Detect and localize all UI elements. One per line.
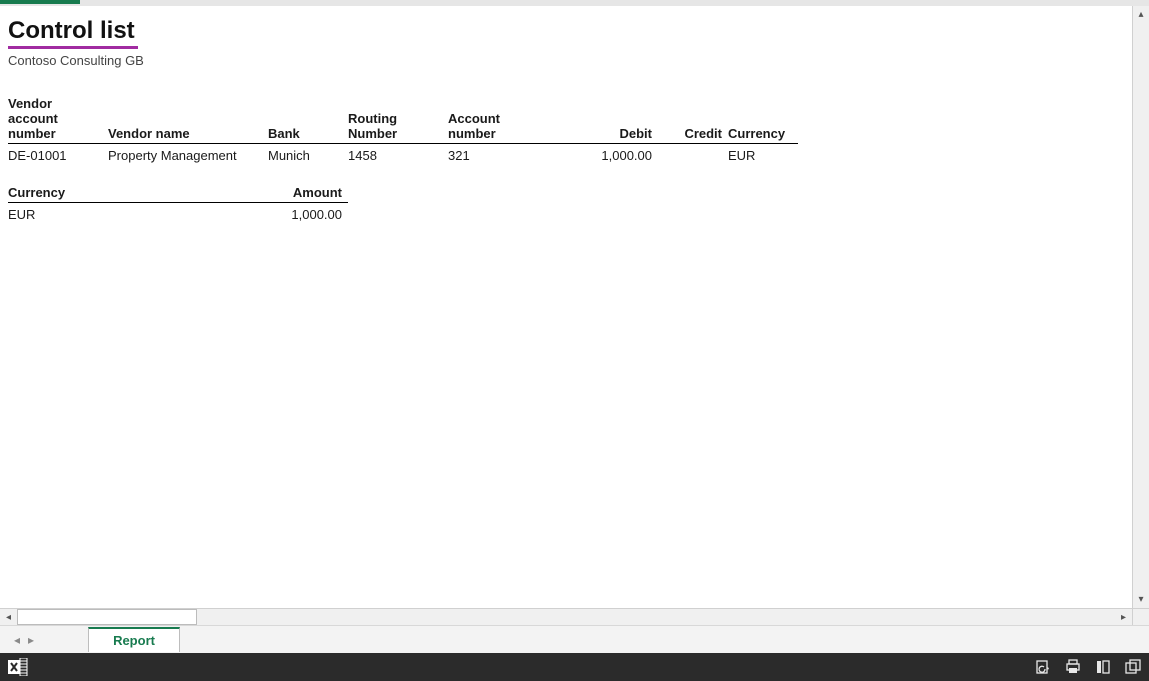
cell-routing: 1458 — [348, 144, 448, 168]
scroll-corner — [1132, 609, 1149, 625]
cell-bank: Munich — [268, 144, 348, 168]
col-credit: Credit — [658, 96, 728, 144]
col-vendor-name: Vendor name — [108, 96, 268, 144]
refresh-icon[interactable] — [1035, 659, 1051, 675]
summary-header-row: Currency Amount — [8, 185, 348, 203]
cell-debit: 1,000.00 — [548, 144, 658, 168]
status-bar — [0, 653, 1149, 681]
table-row: DE-01001 Property Management Munich 1458… — [8, 144, 798, 168]
hscroll-thumb[interactable] — [17, 609, 197, 625]
vscroll-track[interactable] — [1133, 23, 1149, 591]
app-root: Control list Contoso Consulting GB Vendo… — [0, 0, 1149, 681]
content-region: Control list Contoso Consulting GB Vendo… — [0, 6, 1149, 608]
vertical-scrollbar[interactable]: ▴ ▾ — [1132, 6, 1149, 608]
col-routing: RoutingNumber — [348, 96, 448, 144]
col-account-number: Accountnumber — [448, 96, 548, 144]
cell-currency: EUR — [728, 144, 798, 168]
full-screen-icon[interactable] — [1125, 659, 1141, 675]
scell-currency: EUR — [8, 203, 238, 227]
company-name: Contoso Consulting GB — [8, 53, 1124, 68]
cell-vendor-account: DE-01001 — [8, 144, 108, 168]
hscroll-track[interactable] — [197, 609, 1115, 625]
scroll-left-arrow-icon[interactable]: ◂ — [0, 609, 17, 625]
cell-account-number: 321 — [448, 144, 548, 168]
scroll-right-arrow-icon[interactable]: ▸ — [1115, 609, 1132, 625]
scroll-down-arrow-icon[interactable]: ▾ — [1133, 591, 1149, 608]
scell-amount: 1,000.00 — [238, 203, 348, 227]
summary-table: Currency Amount EUR 1,000.00 — [8, 185, 348, 226]
main-table: Vendoraccountnumber Vendor name Bank Rou… — [8, 96, 798, 167]
report-viewport: Control list Contoso Consulting GB Vendo… — [0, 6, 1132, 608]
title-underline — [8, 46, 138, 49]
summary-row: EUR 1,000.00 — [8, 203, 348, 227]
col-bank: Bank — [268, 96, 348, 144]
main-table-header-row: Vendoraccountnumber Vendor name Bank Rou… — [8, 96, 798, 144]
print-icon[interactable] — [1065, 659, 1081, 675]
sheet-tab-row: ◂ ▸ Report — [0, 625, 1149, 653]
excel-icon[interactable] — [8, 658, 28, 676]
cell-vendor-name: Property Management — [108, 144, 268, 168]
page-width-icon[interactable] — [1095, 659, 1111, 675]
tab-prev-icon[interactable]: ◂ — [14, 633, 20, 647]
col-debit: Debit — [548, 96, 658, 144]
scol-amount: Amount — [238, 185, 348, 203]
scroll-up-arrow-icon[interactable]: ▴ — [1133, 6, 1149, 23]
scol-currency: Currency — [8, 185, 238, 203]
cell-credit — [658, 144, 728, 168]
tab-nav: ◂ ▸ — [0, 633, 48, 647]
tab-report[interactable]: Report — [88, 627, 180, 652]
report-title: Control list — [8, 18, 1124, 44]
tab-next-icon[interactable]: ▸ — [28, 633, 34, 647]
col-vendor-account: Vendoraccountnumber — [8, 96, 108, 144]
top-accent — [0, 0, 80, 4]
horizontal-scrollbar[interactable]: ◂ ▸ — [0, 608, 1149, 625]
col-currency: Currency — [728, 96, 798, 144]
